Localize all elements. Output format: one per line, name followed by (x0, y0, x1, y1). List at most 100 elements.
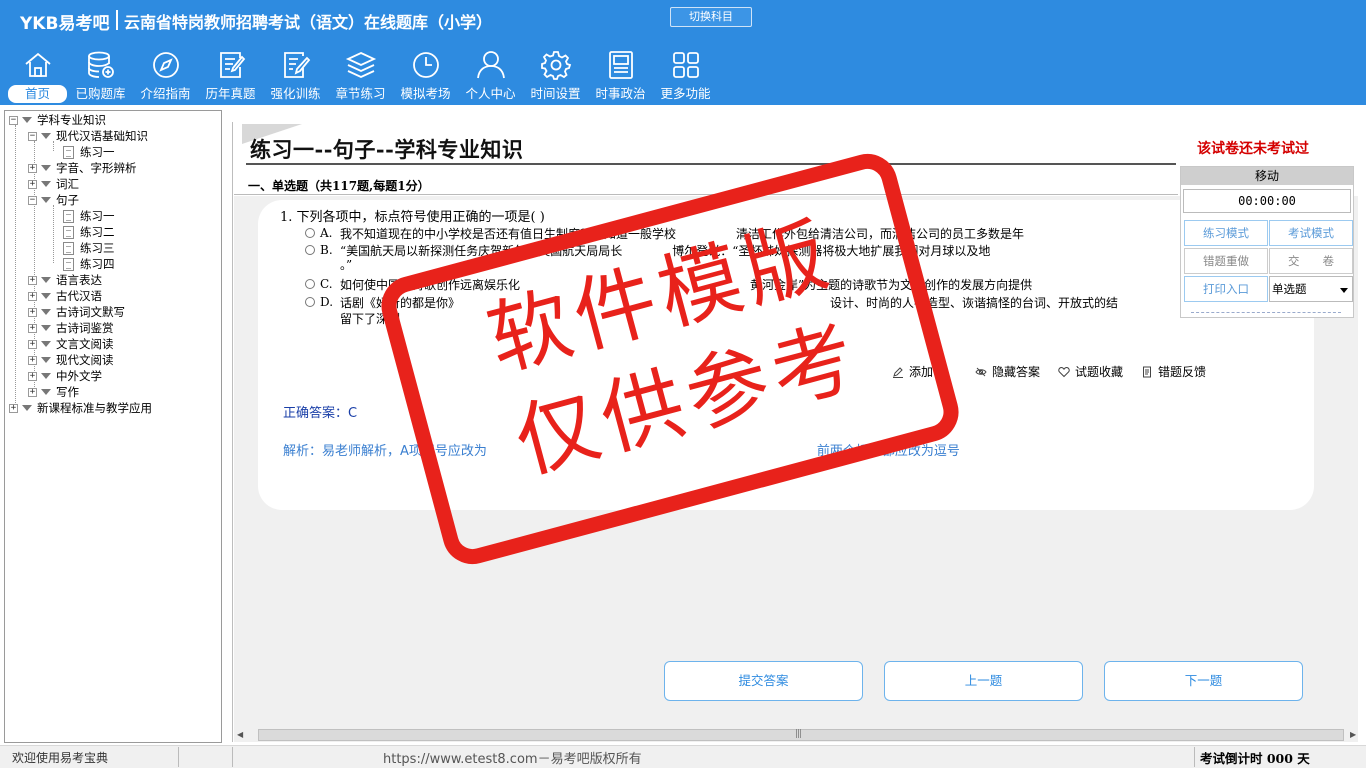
database-icon (85, 49, 117, 81)
expand-icon[interactable]: + (28, 323, 37, 333)
compass-icon (150, 49, 182, 81)
caret-down-icon (41, 373, 51, 379)
option-b[interactable]: B. (305, 242, 333, 258)
expand-icon[interactable]: + (28, 355, 37, 365)
option-a-text: 我不知道现在的中小学校是否还有值日生制度？只知道一般学校 清洁工作外包给清洁公司，… (340, 227, 1025, 241)
document-icon (63, 225, 74, 239)
radio-icon[interactable] (305, 297, 315, 307)
tree-node-subject[interactable]: − 学科专业知识 (9, 112, 106, 128)
nav-label: 时间设置 (530, 86, 581, 101)
nav-past-exams[interactable]: 历年真题 (198, 48, 263, 104)
app-logo: YKB易考吧 (20, 14, 110, 34)
nav-guide[interactable]: 介绍指南 (133, 48, 198, 104)
caret-down-icon (41, 277, 51, 283)
tree-leaf-exercise-1[interactable]: 练习一 (63, 208, 115, 224)
print-button[interactable]: 打印入口 (1184, 276, 1268, 302)
practice-mode-button[interactable]: 练习模式 (1184, 220, 1268, 246)
option-b-text-line2: 。” (340, 258, 353, 272)
caret-down-icon (41, 357, 51, 363)
expand-icon[interactable]: + (28, 339, 37, 349)
question-stem: 1. 下列各项中，标点符号使用正确的一项是( ) (280, 210, 545, 225)
caret-down-icon (22, 405, 32, 411)
add-note-button[interactable]: 添加 (892, 363, 933, 380)
expand-icon[interactable]: + (28, 371, 37, 381)
tree-node-sentence[interactable]: − 句子 (28, 192, 79, 208)
option-d-text-line2: 留下了深刻 (340, 312, 401, 326)
tree-leaf-exercise-2[interactable]: 练习二 (63, 224, 115, 240)
nav-purchased[interactable]: 已购题库 (68, 48, 133, 104)
expand-icon[interactable]: + (28, 163, 37, 173)
nav-chapter-practice[interactable]: 章节练习 (328, 48, 393, 104)
tree-node-classical-reading[interactable]: + 文言文阅读 (28, 336, 114, 352)
panel-drag-handle[interactable]: 移动 (1181, 167, 1353, 185)
radio-icon[interactable] (305, 228, 315, 238)
nav-current-affairs[interactable]: 时事政治 (588, 48, 653, 104)
previous-question-button[interactable]: 上一题 (884, 661, 1083, 701)
next-question-button[interactable]: 下一题 (1104, 661, 1303, 701)
tree-node-writing[interactable]: + 写作 (28, 384, 79, 400)
collapse-icon[interactable]: − (28, 131, 37, 141)
exam-status-notice: 该试卷还未考试过 (1197, 141, 1309, 157)
main-nav: 首页 已购题库 介绍指南 历年真题 强化训练 章节练习 模拟考场 个人中心 时间… (8, 48, 718, 104)
tree-node-literature[interactable]: + 中外文学 (28, 368, 102, 384)
logo-separator (116, 10, 118, 30)
expand-icon[interactable]: + (28, 275, 37, 285)
checklist-icon (215, 49, 247, 81)
error-feedback-button[interactable]: 错题反馈 (1141, 363, 1206, 380)
tree-leaf-exercise[interactable]: 练习一 (63, 144, 115, 160)
nav-label: 已购题库 (75, 86, 126, 101)
tree-node-poem-appreciation[interactable]: + 古诗词鉴赏 (28, 320, 114, 336)
nav-personal-center[interactable]: 个人中心 (458, 48, 523, 104)
option-d[interactable]: D. (305, 294, 333, 310)
status-separator (1194, 747, 1195, 767)
expand-icon[interactable]: + (28, 291, 37, 301)
switch-subject-button[interactable]: 切换科目 (670, 7, 752, 27)
radio-icon[interactable] (305, 245, 315, 255)
tree-node-curriculum[interactable]: + 新课程标准与教学应用 (9, 400, 152, 416)
radio-icon[interactable] (305, 279, 315, 289)
tree-node-poem-dictation[interactable]: + 古诗词文默写 (28, 304, 125, 320)
tree-node-modern-chinese[interactable]: − 现代汉语基础知识 (28, 128, 148, 144)
tree-node-expression[interactable]: + 语言表达 (28, 272, 102, 288)
scroll-left-icon[interactable]: ◀ (237, 730, 243, 739)
hide-answer-button[interactable]: 隐藏答案 (975, 363, 1040, 380)
expand-icon[interactable]: + (28, 307, 37, 317)
nav-home[interactable]: 首页 (8, 48, 68, 104)
section-divider (234, 194, 1178, 195)
nav-label: 模拟考场 (400, 86, 451, 101)
tree-node-ancient-chinese[interactable]: + 古代汉语 (28, 288, 102, 304)
tree-node-vocabulary[interactable]: + 词汇 (28, 176, 79, 192)
favorite-button[interactable]: 试题收藏 (1058, 363, 1123, 380)
category-tree: − 学科专业知识 − 现代汉语基础知识 练习一 + 字音、字形辨析 + 词汇 − 句子 练… (4, 110, 222, 743)
scroll-right-icon[interactable]: ▶ (1350, 730, 1356, 739)
answer-analysis: 解析：易老师解析，A项问号应改为 前两个括号都应改为逗号 (283, 444, 960, 459)
tree-node-pronunciation[interactable]: + 字音、字形辨析 (28, 160, 137, 176)
layers-icon (345, 49, 377, 81)
heart-icon (1058, 366, 1070, 377)
submit-answer-button[interactable]: 提交答案 (664, 661, 863, 701)
nav-mock-exam[interactable]: 模拟考场 (393, 48, 458, 104)
expand-icon[interactable]: + (28, 179, 37, 189)
pencil-icon (893, 366, 903, 378)
collapse-icon[interactable]: − (9, 115, 18, 125)
tree-node-modern-reading[interactable]: + 现代文阅读 (28, 352, 114, 368)
redo-wrong-button[interactable]: 错题重做 (1184, 248, 1268, 274)
option-c[interactable]: C. (305, 276, 333, 292)
nav-time-settings[interactable]: 时间设置 (523, 48, 588, 104)
caret-down-icon (41, 341, 51, 347)
dropdown-arrow-icon (1340, 288, 1348, 293)
correct-answer: 正确答案：C (283, 406, 358, 421)
paper-title: 练习一--句子--学科专业知识 (250, 137, 524, 162)
expand-icon[interactable]: + (9, 403, 18, 413)
expand-icon[interactable]: + (28, 387, 37, 397)
question-type-select[interactable]: 单选题 (1269, 276, 1353, 302)
submit-paper-button[interactable]: 交 卷 (1269, 248, 1353, 274)
nav-training[interactable]: 强化训练 (263, 48, 328, 104)
status-bar (0, 745, 1366, 768)
nav-more[interactable]: 更多功能 (653, 48, 718, 104)
exam-mode-button[interactable]: 考试模式 (1269, 220, 1353, 246)
collapse-icon[interactable]: − (28, 195, 37, 205)
option-a[interactable]: A. (305, 225, 332, 241)
tree-leaf-exercise-4[interactable]: 练习四 (63, 256, 115, 272)
tree-leaf-exercise-3[interactable]: 练习三 (63, 240, 115, 256)
